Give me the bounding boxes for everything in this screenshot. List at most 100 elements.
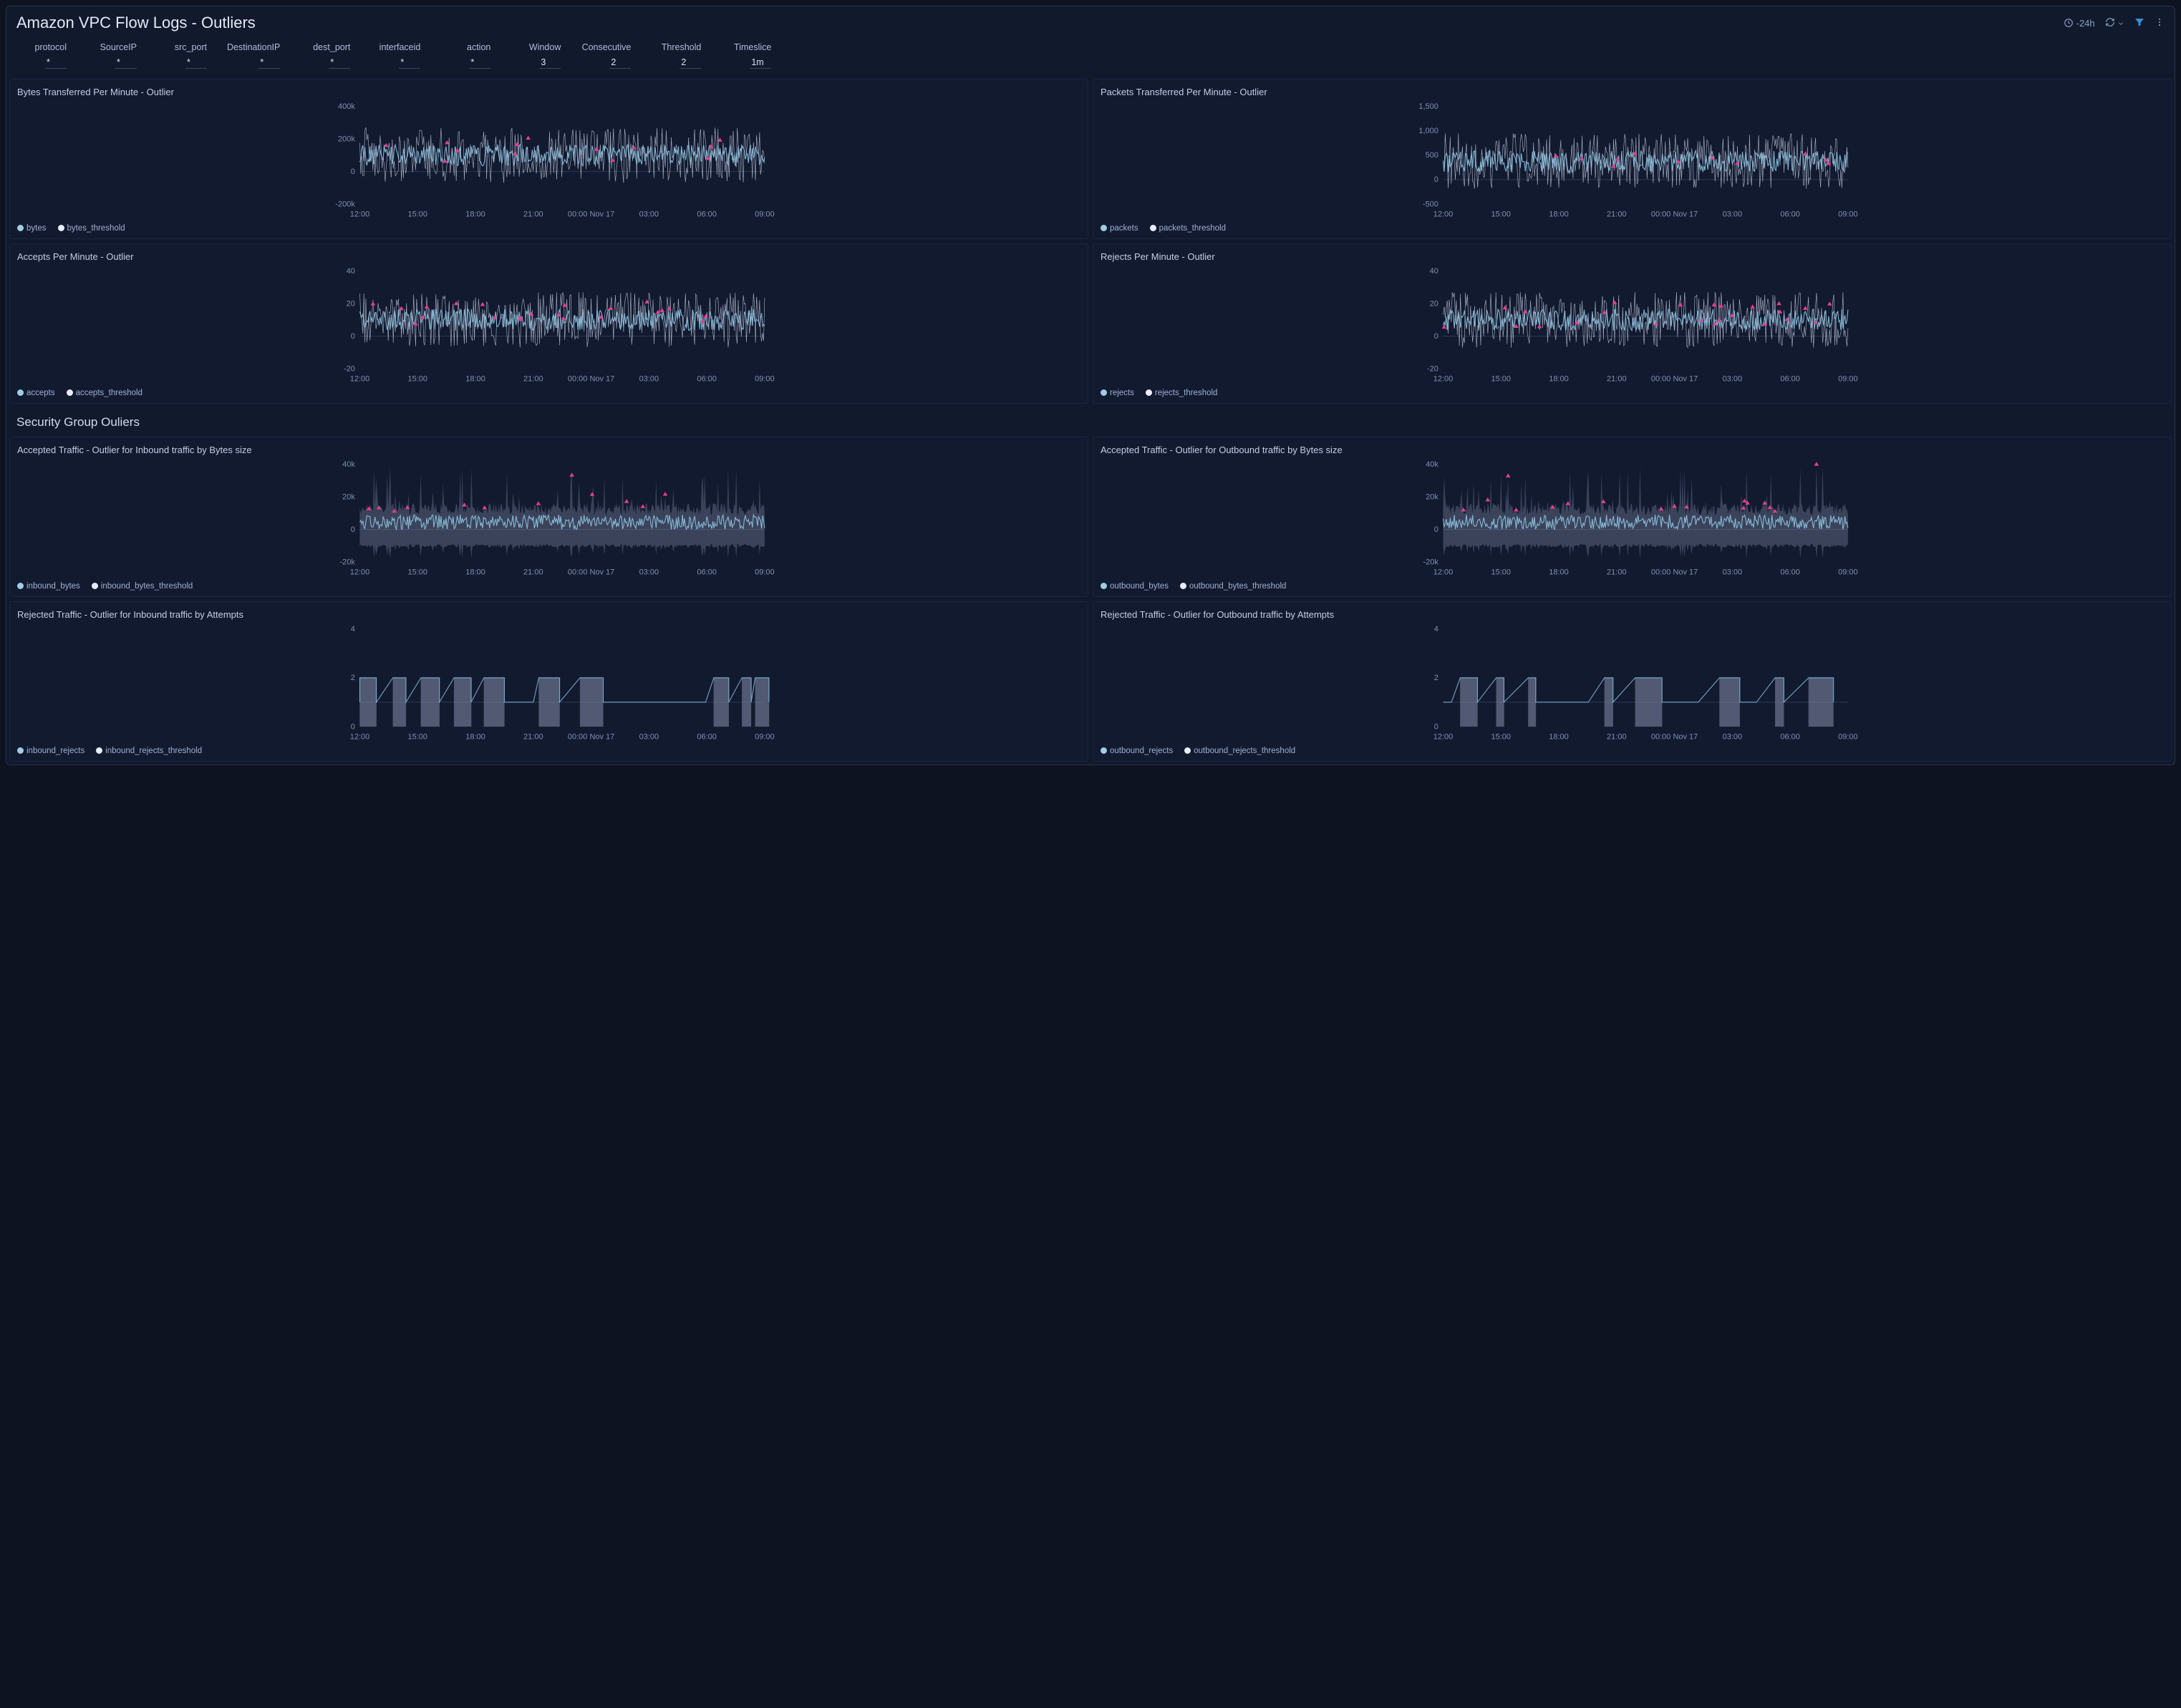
chart-svg[interactable]: -20k020k40k12:0015:0018:0021:0000:00 Nov…	[1101, 460, 2164, 578]
filter-src_port[interactable]: src_port *	[157, 42, 207, 69]
chart-area[interactable]: -200k0200k400k12:0015:0018:0021:0000:00 …	[17, 102, 1080, 220]
legend-item[interactable]: packets	[1101, 224, 1138, 233]
legend-item[interactable]: accepts	[17, 389, 55, 397]
legend-item[interactable]: packets_threshold	[1150, 224, 1226, 233]
header-tools: -24h	[2064, 17, 2165, 29]
svg-text:21:00: 21:00	[1607, 568, 1627, 577]
svg-text:09:00: 09:00	[755, 733, 775, 742]
legend-dot	[1101, 747, 1107, 754]
svg-text:4: 4	[351, 625, 355, 634]
svg-text:40: 40	[1430, 267, 1438, 276]
svg-text:0: 0	[1434, 525, 1438, 534]
filter-value[interactable]: *	[399, 57, 420, 69]
filter-label: action	[467, 42, 490, 52]
filter-button[interactable]	[2134, 17, 2144, 29]
refresh-button[interactable]	[2105, 17, 2124, 29]
legend-item[interactable]: outbound_rejects	[1101, 747, 1173, 755]
filter-label: interfaceid	[379, 42, 421, 52]
filter-action[interactable]: action *	[440, 42, 490, 69]
legend-item[interactable]: inbound_rejects	[17, 747, 84, 755]
filter-interfaceid[interactable]: interfaceid *	[370, 42, 420, 69]
legend-item[interactable]: inbound_rejects_threshold	[96, 747, 202, 755]
chart-svg[interactable]: -20k020k40k12:0015:0018:0021:0000:00 Nov…	[17, 460, 1080, 578]
filter-label: SourceIP	[100, 42, 137, 52]
chart-svg[interactable]: -200204012:0015:0018:0021:0000:00 Nov 17…	[1101, 266, 2164, 384]
chart-svg[interactable]: -200204012:0015:0018:0021:0000:00 Nov 17…	[17, 266, 1080, 384]
legend-item[interactable]: rejects	[1101, 389, 1134, 397]
chart-area[interactable]: -200204012:0015:0018:0021:0000:00 Nov 17…	[1101, 266, 2164, 384]
filter-value[interactable]: *	[469, 57, 490, 69]
panel-inbound_rejects: Rejected Traffic - Outlier for Inbound t…	[9, 601, 1088, 762]
filter-consecutive[interactable]: Consecutive 2	[581, 42, 631, 69]
chart-area[interactable]: -50005001,0001,50012:0015:0018:0021:0000…	[1101, 102, 2164, 220]
svg-text:21:00: 21:00	[523, 568, 543, 577]
legend-item[interactable]: outbound_bytes	[1101, 582, 1169, 591]
panel-grid: Bytes Transferred Per Minute - Outlier -…	[6, 79, 2175, 765]
filter-sourceip[interactable]: SourceIP *	[87, 42, 137, 69]
kebab-icon	[2155, 17, 2165, 27]
filter-value[interactable]: 1m	[750, 57, 771, 69]
svg-text:09:00: 09:00	[1838, 210, 1858, 219]
more-button[interactable]	[2155, 17, 2165, 29]
svg-text:15:00: 15:00	[1491, 568, 1512, 577]
filter-timeslice[interactable]: Timeslice 1m	[721, 42, 771, 69]
filter-value[interactable]: *	[258, 57, 280, 69]
svg-text:0: 0	[351, 525, 355, 534]
svg-text:06:00: 06:00	[1780, 375, 1800, 384]
legend-dot	[1150, 225, 1156, 231]
svg-text:1,000: 1,000	[1418, 127, 1438, 135]
svg-text:0: 0	[1434, 332, 1438, 341]
filter-label: protocol	[35, 42, 67, 52]
legend-item[interactable]: outbound_bytes_threshold	[1180, 582, 1287, 591]
filter-dest_port[interactable]: dest_port *	[300, 42, 350, 69]
filter-threshold[interactable]: Threshold 2	[651, 42, 701, 69]
legend-item[interactable]: inbound_bytes	[17, 582, 80, 591]
chart-area[interactable]: 02412:0015:0018:0021:0000:00 Nov 1703:00…	[1101, 624, 2164, 742]
chart-area[interactable]: -20k020k40k12:0015:0018:0021:0000:00 Nov…	[17, 460, 1080, 578]
legend-item[interactable]: bytes	[17, 224, 47, 233]
timerange-picker[interactable]: -24h	[2064, 18, 2095, 29]
legend: inbound_rejects inbound_rejects_threshold	[17, 747, 1080, 755]
chart-area[interactable]: -20k020k40k12:0015:0018:0021:0000:00 Nov…	[1101, 460, 2164, 578]
chart-area[interactable]: -200204012:0015:0018:0021:0000:00 Nov 17…	[17, 266, 1080, 384]
filter-window[interactable]: Window 3	[511, 42, 561, 69]
legend-item[interactable]: outbound_rejects_threshold	[1184, 747, 1295, 755]
filter-value[interactable]: 3	[539, 57, 561, 69]
panel-title: Accepted Traffic - Outlier for Inbound t…	[17, 445, 1080, 455]
svg-text:15:00: 15:00	[408, 375, 428, 384]
chart-svg[interactable]: 02412:0015:0018:0021:0000:00 Nov 1703:00…	[17, 624, 1080, 742]
panel-outbound_rejects: Rejected Traffic - Outlier for Outbound …	[1093, 601, 2172, 762]
chart-svg[interactable]: -50005001,0001,50012:0015:0018:0021:0000…	[1101, 102, 2164, 220]
legend-item[interactable]: inbound_bytes_threshold	[92, 582, 193, 591]
filter-destinationip[interactable]: DestinationIP *	[227, 42, 280, 69]
svg-text:0: 0	[1434, 722, 1438, 731]
filter-value[interactable]: *	[185, 57, 207, 69]
filter-value[interactable]: 2	[680, 57, 701, 69]
filter-value[interactable]: *	[45, 57, 67, 69]
legend-dot	[17, 389, 24, 396]
filter-protocol[interactable]: protocol *	[16, 42, 67, 69]
svg-text:03:00: 03:00	[639, 568, 659, 577]
svg-text:00:00 Nov 17: 00:00 Nov 17	[1651, 375, 1698, 384]
legend-item[interactable]: rejects_threshold	[1146, 389, 1218, 397]
legend-dot	[1184, 747, 1191, 754]
filter-bar: protocol *SourceIP *src_port *Destinatio…	[6, 37, 2175, 79]
svg-text:12:00: 12:00	[1433, 568, 1454, 577]
legend-dot	[92, 583, 98, 589]
legend-item[interactable]: bytes_threshold	[58, 224, 125, 233]
filter-value[interactable]: *	[115, 57, 137, 69]
svg-text:03:00: 03:00	[1723, 733, 1743, 742]
svg-text:0: 0	[1434, 175, 1438, 184]
filter-value[interactable]: *	[329, 57, 350, 69]
chart-area[interactable]: 02412:0015:0018:0021:0000:00 Nov 1703:00…	[17, 624, 1080, 742]
svg-text:00:00 Nov 17: 00:00 Nov 17	[568, 568, 614, 577]
chart-svg[interactable]: -200k0200k400k12:0015:0018:0021:0000:00 …	[17, 102, 1080, 220]
chart-svg[interactable]: 02412:0015:0018:0021:0000:00 Nov 1703:00…	[1101, 624, 2164, 742]
legend-item[interactable]: accepts_threshold	[67, 389, 142, 397]
svg-text:20k: 20k	[342, 492, 355, 501]
panel-title: Bytes Transferred Per Minute - Outlier	[17, 87, 1080, 97]
svg-text:15:00: 15:00	[408, 733, 428, 742]
filter-value[interactable]: 2	[609, 57, 631, 69]
svg-text:15:00: 15:00	[1491, 375, 1512, 384]
panel-outbound_bytes: Accepted Traffic - Outlier for Outbound …	[1093, 437, 2172, 597]
